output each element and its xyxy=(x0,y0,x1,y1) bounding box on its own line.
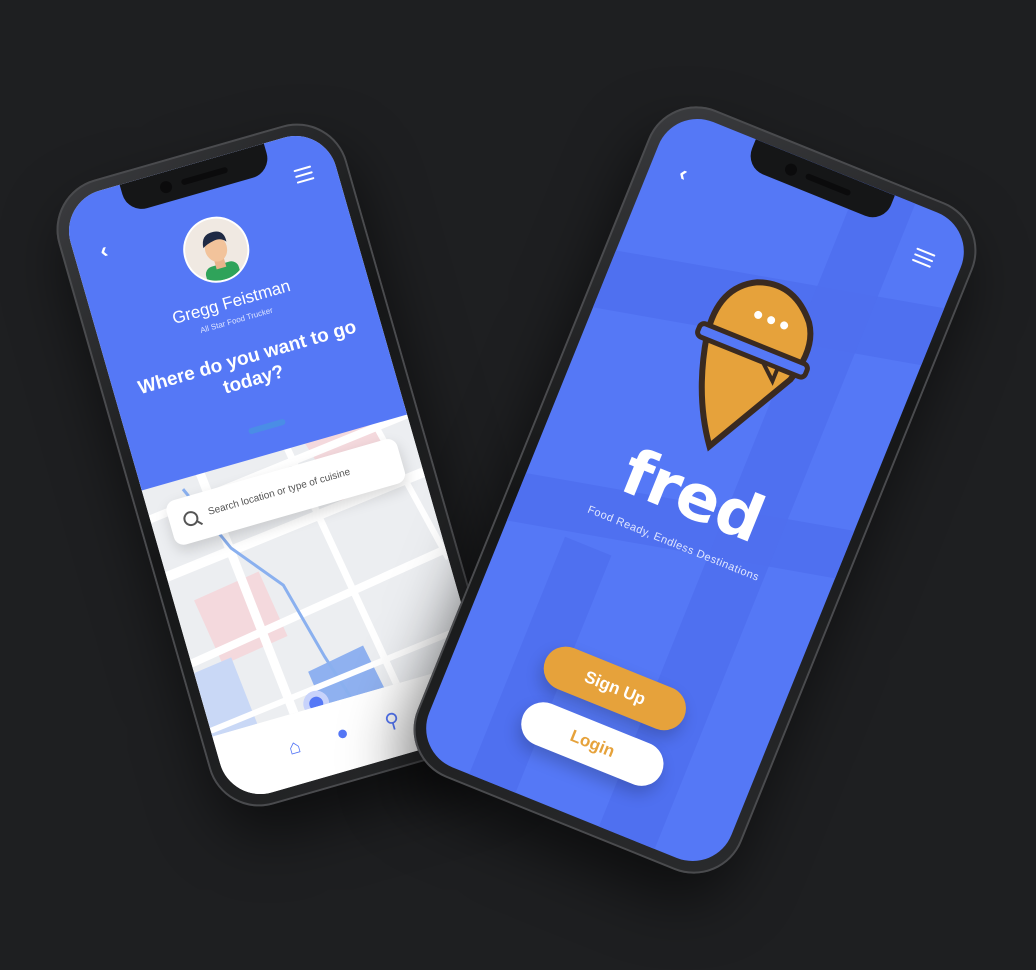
phone-notch xyxy=(744,139,895,224)
page-indicator xyxy=(247,418,287,435)
search-icon xyxy=(181,509,201,528)
phone-welcome-screen: ‹ fred Food Ready, Endless Destinations … xyxy=(397,90,993,890)
back-icon[interactable]: ‹ xyxy=(675,160,691,187)
menu-icon[interactable] xyxy=(910,247,936,272)
location-pin-icon[interactable]: ⚲ xyxy=(382,707,403,735)
menu-icon[interactable] xyxy=(293,165,315,187)
welcome-screen: ‹ fred Food Ready, Endless Destinations … xyxy=(413,106,977,874)
avatar[interactable] xyxy=(175,208,258,291)
home-icon[interactable]: ⌂ xyxy=(286,735,304,760)
back-icon[interactable]: ‹ xyxy=(97,237,111,264)
user-icon[interactable]: ● xyxy=(334,721,352,746)
